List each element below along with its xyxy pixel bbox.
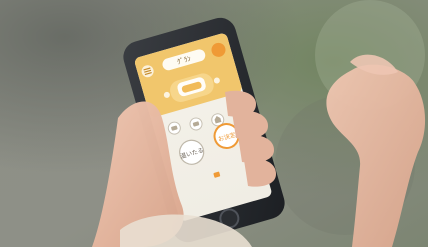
photo-frame: ｸﾞﾗﾝ 温いたる お決定 [0,0,428,247]
photo-illustration: ｸﾞﾗﾝ 温いたる お決定 [0,0,428,247]
